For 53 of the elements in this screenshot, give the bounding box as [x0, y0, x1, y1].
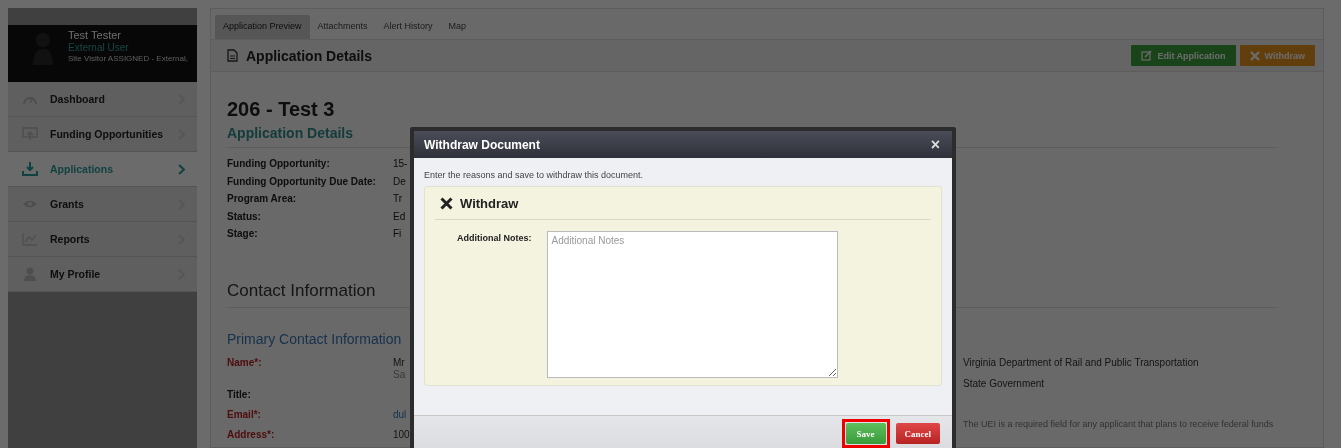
section-heading: Application Details	[227, 125, 355, 141]
sidebar-item[interactable]: Dashboard	[8, 82, 197, 117]
chevron-icon	[178, 163, 185, 175]
withdraw-button[interactable]: Withdraw	[1239, 45, 1315, 66]
field-value: Fi	[393, 228, 403, 241]
field-value: Virginia Department of Rail and Public Transportation	[963, 356, 1200, 370]
section-heading: Contact Information	[227, 280, 377, 301]
field-label: Title:	[227, 388, 252, 401]
field-label: Funding Opportunity:	[227, 158, 331, 171]
sidebar-item[interactable]: Applications	[8, 152, 197, 187]
field-value: Tr	[393, 193, 404, 206]
panel-heading: Withdraw	[460, 196, 519, 211]
sidebar-item[interactable]: Reports	[8, 222, 197, 257]
field-value: 15-	[393, 158, 408, 171]
edit-button[interactable]: Edit Application	[1131, 45, 1236, 66]
field-label: Additional Notes:	[457, 233, 532, 243]
user-assignment: Site Visitor ASSIGNED - External,	[68, 53, 188, 64]
email-link[interactable]: dul	[393, 408, 407, 421]
panel-title: Application Details	[246, 47, 373, 64]
download-icon	[22, 162, 38, 176]
save-button[interactable]: Save	[845, 423, 886, 444]
field-value: State Government	[963, 377, 1046, 391]
sidebar-item[interactable]: Funding Opportunities	[8, 117, 197, 152]
field-label: Status:	[227, 210, 262, 223]
field-value: Mr	[393, 356, 405, 369]
close-icon	[1249, 50, 1260, 61]
instruction-text: Enter the reasons and save to withdraw this document.	[424, 170, 645, 180]
tab[interactable]: Attachments	[309, 15, 376, 39]
field-value: Ed	[393, 210, 407, 223]
application-title: 206 - Test 3	[227, 98, 336, 121]
cancel-button[interactable]: Cancel	[895, 423, 940, 444]
edit-icon	[1141, 50, 1153, 61]
sidebar-item[interactable]: My Profile	[8, 257, 197, 292]
close-button[interactable]: ×	[928, 136, 942, 153]
field-label: Email*:	[227, 408, 262, 421]
document-icon	[227, 49, 238, 62]
close-icon	[440, 197, 453, 210]
modal-title: Withdraw Document	[424, 137, 541, 152]
tab[interactable]: Map	[440, 15, 475, 39]
notes-field[interactable]: Additional Notes	[546, 231, 838, 378]
field-label: Program Area:	[227, 193, 298, 206]
tab[interactable]: Alert History	[375, 15, 441, 39]
subsection-heading: Primary Contact Information	[227, 330, 403, 347]
field-label: Name*:	[227, 356, 263, 370]
field-label: Stage:	[227, 228, 259, 241]
sidebar-item[interactable]: Grants	[8, 187, 197, 222]
field-value: De	[393, 175, 407, 188]
tab[interactable]: Application Preview	[215, 15, 310, 39]
field-value: 100	[393, 428, 410, 441]
user-role: External User	[68, 42, 130, 53]
field-label: Address*:	[227, 428, 276, 441]
field-label: Funding Opportunity Due Date:	[227, 175, 377, 188]
user-name: Test Tester	[68, 29, 122, 42]
